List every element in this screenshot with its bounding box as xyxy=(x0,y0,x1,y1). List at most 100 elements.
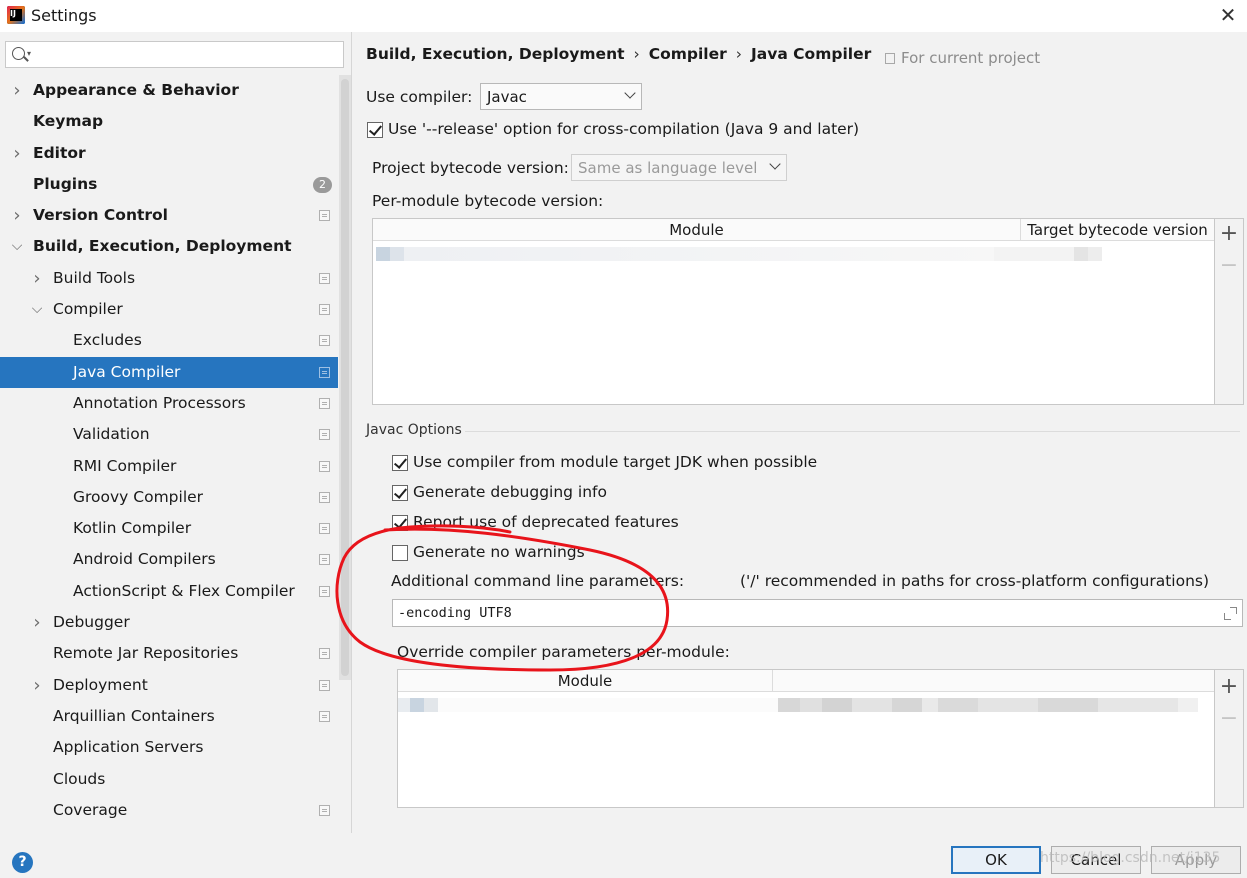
ok-button[interactable]: OK xyxy=(951,846,1041,874)
sidebar-item-plugins[interactable]: Plugins 2 xyxy=(0,169,338,200)
bytecode-module-table[interactable]: Module Target bytecode version xyxy=(372,218,1215,405)
sidebar-item-annotation-processors[interactable]: Annotation Processors xyxy=(0,388,338,419)
logo-text: IJ xyxy=(10,9,22,21)
chevron-down-icon[interactable]: ⌵ xyxy=(31,294,43,325)
debugging-info-checkbox[interactable] xyxy=(392,485,408,501)
sidebar-scrollbar[interactable] xyxy=(339,75,351,680)
settings-search[interactable]: ▾ xyxy=(5,41,344,68)
javac-options-title: Javac Options xyxy=(366,422,462,438)
expand-icon[interactable] xyxy=(1222,605,1238,621)
column-header-target[interactable]: Target bytecode version xyxy=(1020,219,1214,241)
no-warnings-checkbox[interactable] xyxy=(392,545,408,561)
use-compiler-value: Javac xyxy=(487,88,527,106)
sidebar-item-android-compilers[interactable]: Android Compilers xyxy=(0,544,338,575)
sidebar-item-version-control[interactable]: › Version Control xyxy=(0,200,338,231)
sidebar-item-build-tools[interactable]: › Build Tools xyxy=(0,263,338,294)
close-icon[interactable]: ✕ xyxy=(1217,4,1239,26)
add-icon[interactable]: + xyxy=(1215,674,1243,700)
additional-params-hint: ('/' recommended in paths for cross-plat… xyxy=(740,572,1210,590)
sidebar-item-label: Editor xyxy=(33,143,86,162)
sidebar-item-deployment[interactable]: › Deployment xyxy=(0,670,338,701)
sidebar-item-label: Build Tools xyxy=(53,268,136,287)
sidebar-item-arquillian-containers[interactable]: Arquillian Containers xyxy=(0,701,338,732)
column-header-module[interactable]: Module xyxy=(398,670,772,692)
chevron-down-icon[interactable]: ⌵ xyxy=(11,231,23,262)
project-scope-icon xyxy=(319,585,330,597)
column-header-parameters[interactable] xyxy=(772,670,1214,692)
settings-tree: › Appearance & Behavior Keymap › Editor Plugi… xyxy=(0,75,338,826)
project-scope-icon xyxy=(319,554,330,566)
help-icon[interactable]: ? xyxy=(12,852,33,873)
deprecated-features-checkbox[interactable] xyxy=(392,515,408,531)
additional-params-value: -encoding UTF8 xyxy=(398,605,512,621)
sidebar-item-validation[interactable]: Validation xyxy=(0,419,338,450)
table-row[interactable] xyxy=(398,698,1198,712)
chevron-right-icon[interactable]: › xyxy=(31,670,43,701)
sidebar-item-appearance-behavior[interactable]: › Appearance & Behavior xyxy=(0,75,338,106)
project-scope-icon xyxy=(319,491,330,503)
sidebar-item-keymap[interactable]: Keymap xyxy=(0,106,338,137)
chevron-right-icon[interactable]: › xyxy=(31,607,43,638)
sidebar-item-label: ActionScript & Flex Compiler xyxy=(73,581,295,600)
sidebar-item-clouds[interactable]: Clouds xyxy=(0,764,338,795)
chevron-down-icon xyxy=(769,158,781,170)
sidebar-item-rmi-compiler[interactable]: RMI Compiler xyxy=(0,451,338,482)
chevron-right-icon[interactable]: › xyxy=(31,263,43,294)
bytecode-table-toolbar: + − xyxy=(1215,218,1244,405)
project-bytecode-label: Project bytecode version: xyxy=(372,159,569,177)
sidebar-item-coverage[interactable]: Coverage xyxy=(0,795,338,826)
sidebar-item-remote-jar-repositories[interactable]: Remote Jar Repositories xyxy=(0,638,338,669)
sidebar-item-java-compiler[interactable]: Java Compiler xyxy=(0,356,338,388)
use-module-jdk-checkbox[interactable] xyxy=(392,455,408,471)
sidebar-item-application-servers[interactable]: Application Servers xyxy=(0,732,338,763)
remove-icon[interactable]: − xyxy=(1215,253,1243,279)
sidebar-item-label: Annotation Processors xyxy=(73,393,246,412)
sidebar-item-label: Plugins xyxy=(33,174,98,193)
project-scope-icon xyxy=(319,272,330,284)
override-params-label: Override compiler parameters per-module: xyxy=(397,643,730,661)
remove-icon[interactable]: − xyxy=(1215,706,1243,732)
sidebar-item-excludes[interactable]: Excludes xyxy=(0,325,338,356)
project-bytecode-select[interactable]: Same as language level xyxy=(571,154,787,181)
sidebar-item-label: Clouds xyxy=(53,769,106,788)
project-scope-icon xyxy=(319,679,330,691)
project-scope-icon xyxy=(319,523,330,535)
sidebar-scroll-thumb[interactable] xyxy=(341,79,349,676)
project-scope-icon xyxy=(319,335,330,347)
breadcrumb: Build, Execution, Deployment › Compiler › Ja… xyxy=(366,45,871,63)
debugging-info-label: Generate debugging info xyxy=(413,483,607,501)
search-input[interactable] xyxy=(38,45,338,65)
use-compiler-select[interactable]: Javac xyxy=(480,83,642,110)
chevron-right-icon[interactable]: › xyxy=(11,138,23,169)
sidebar-item-groovy-compiler[interactable]: Groovy Compiler xyxy=(0,482,338,513)
additional-params-input[interactable]: -encoding UTF8 xyxy=(392,599,1243,627)
sidebar-item-compiler[interactable]: ⌵ Compiler xyxy=(0,294,338,325)
sidebar-item-label: Remote Jar Repositories xyxy=(53,644,239,663)
add-icon[interactable]: + xyxy=(1215,221,1243,247)
sidebar-item-kotlin-compiler[interactable]: Kotlin Compiler xyxy=(0,513,338,544)
search-dropdown-icon[interactable]: ▾ xyxy=(27,49,31,58)
table-row[interactable] xyxy=(376,247,1102,261)
sidebar-item-label: Build, Execution, Deployment xyxy=(33,237,292,256)
settings-window: IJ Settings ✕ ▾ › Appearance & Behavior Ke… xyxy=(0,0,1247,878)
cancel-button[interactable]: Cancel xyxy=(1051,846,1141,874)
sidebar-item-label: Appearance & Behavior xyxy=(33,81,239,99)
apply-button[interactable]: Apply xyxy=(1151,846,1241,874)
sidebar-item-label: Validation xyxy=(73,425,150,444)
group-divider xyxy=(465,431,1240,432)
project-scope-icon xyxy=(319,648,330,660)
column-header-module[interactable]: Module xyxy=(373,219,1020,241)
sidebar-item-actionscript-flex-compiler[interactable]: ActionScript & Flex Compiler xyxy=(0,576,338,607)
for-project-label: For current project xyxy=(901,49,1041,67)
project-scope-icon xyxy=(319,460,330,472)
sidebar-item-label: Android Compilers xyxy=(73,550,216,569)
chevron-right-icon[interactable]: › xyxy=(11,75,23,106)
sidebar-item-build-execution-deployment[interactable]: ⌵ Build, Execution, Deployment xyxy=(0,231,338,262)
window-title: Settings xyxy=(31,6,97,25)
chevron-right-icon[interactable]: › xyxy=(11,200,23,231)
release-option-checkbox[interactable] xyxy=(367,122,383,138)
sidebar-item-editor[interactable]: › Editor xyxy=(0,138,338,169)
sidebar-item-debugger[interactable]: › Debugger xyxy=(0,607,338,638)
for-current-project: For current project xyxy=(885,49,1040,67)
override-params-table[interactable]: Module xyxy=(397,669,1215,808)
